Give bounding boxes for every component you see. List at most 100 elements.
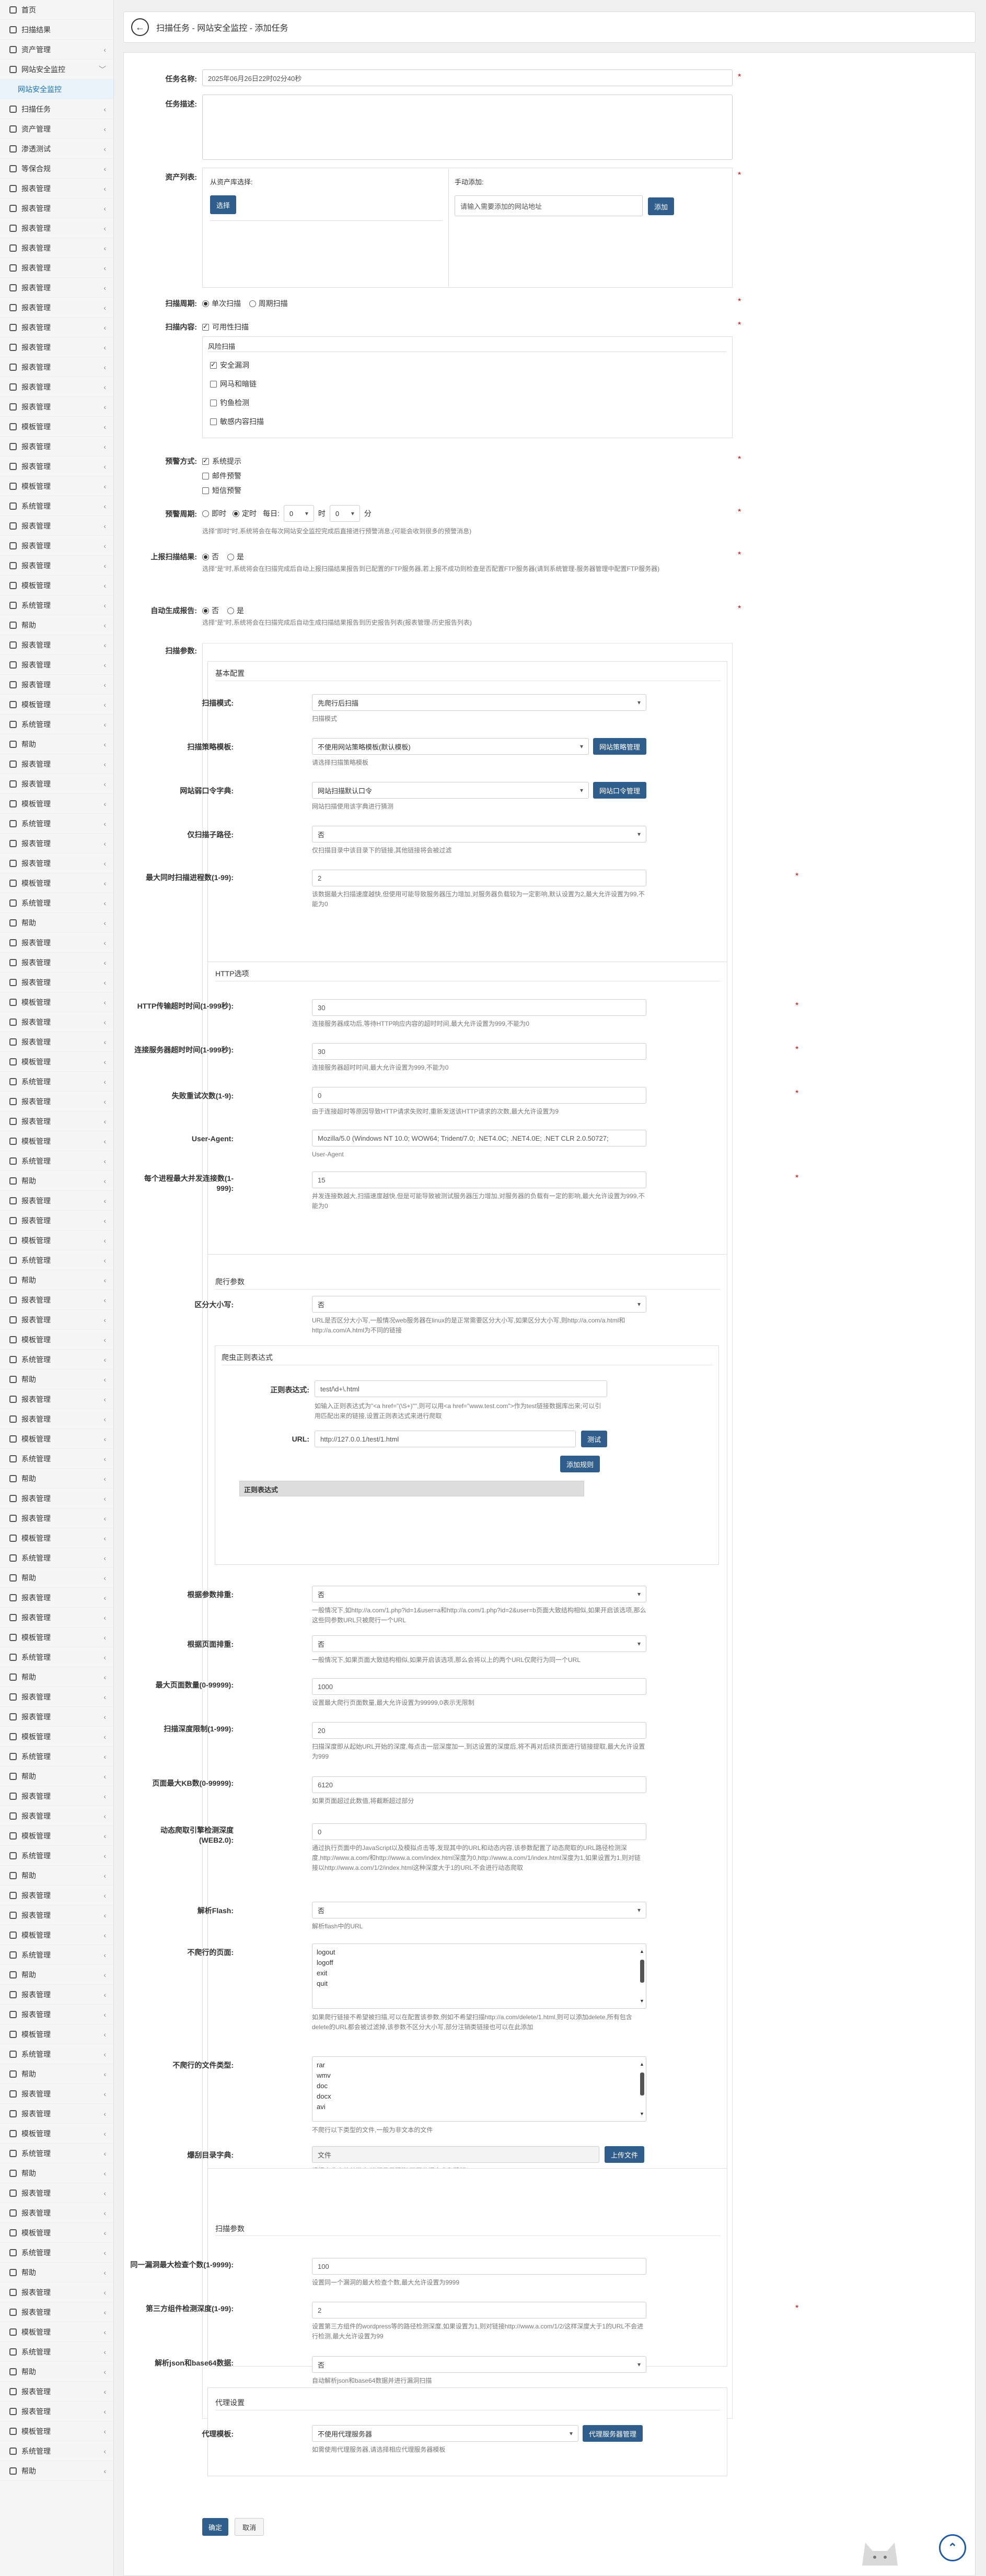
back-to-top-icon[interactable]: ⌃ [939,2534,966,2561]
radio-single-scan[interactable]: 单次扫描 [202,298,241,309]
sidebar-item[interactable]: 帮助 ‹ [0,1369,113,1389]
sidebar-item[interactable]: 报表管理 ‹ [0,1985,113,2005]
list-item[interactable]: docx [317,2091,642,2102]
sidebar-item[interactable]: 报表管理 ‹ [0,1111,113,1131]
sidebar-item[interactable]: 报表管理 ‹ [0,218,113,238]
sidebar-item[interactable]: 报表管理 ‹ [0,1508,113,1528]
dict-select[interactable]: 网站扫描默认口令 ▾ [312,782,589,799]
conn-timeout-input[interactable]: 30 [312,1043,646,1060]
proxy-select[interactable]: 不使用代理服务器 ▾ [312,2425,578,2442]
cookie-file-input[interactable]: 文件 [312,2146,599,2163]
proxy-manage-button[interactable]: 代理服务器管理 [583,2425,643,2442]
sidebar-item[interactable]: 报表管理 ‹ [0,2402,113,2421]
sidebar-item[interactable]: 系统管理 ‹ [0,1945,113,1965]
sidebar-item[interactable]: 帮助 ‹ [0,734,113,754]
sidebar-item[interactable]: 模板管理 ‹ [0,1231,113,1250]
sidebar-item[interactable]: 模板管理 ‹ [0,873,113,893]
sidebar-item[interactable]: 模板管理 ‹ [0,1727,113,1747]
sidebar-item[interactable]: 模板管理 ‹ [0,2421,113,2441]
http-timeout-input[interactable]: 30 [312,999,646,1016]
radio-report-no[interactable]: 否 [202,605,219,616]
max-kb-input[interactable]: 6120 [312,1776,646,1793]
sidebar-item[interactable]: 系统管理 ‹ [0,2243,113,2263]
sidebar-item[interactable]: 扫描任务 ‹ [0,99,113,119]
sidebar-item[interactable]: 系统管理 ‹ [0,1072,113,1092]
sidebar-item[interactable]: 报表管理 ‹ [0,2005,113,2024]
sidebar-item[interactable]: 报表管理 ‹ [0,1786,113,1806]
sidebar-item[interactable]: 系统管理 ‹ [0,595,113,615]
sidebar-item[interactable]: 报表管理 ‹ [0,2203,113,2223]
policy-select[interactable]: 不使用网站策略模板(默认模板) ▾ [312,738,589,755]
radio-upload-no[interactable]: 否 [202,552,219,562]
list-item[interactable]: wmv [317,2070,642,2081]
scan-mode-select[interactable]: 先爬行后扫描 ▾ [312,694,646,711]
sidebar-item[interactable]: 报表管理 ‹ [0,2302,113,2322]
sidebar-item[interactable]: 报表管理 ‹ [0,1032,113,1052]
regex-input[interactable]: test/\d+\.html [315,1380,607,1397]
scrollbar[interactable]: ▲ ▼ [640,2059,645,2119]
sidebar-item[interactable]: 系统管理 ‹ [0,2044,113,2064]
sidebar-item[interactable]: 模板管理 ‹ [0,2223,113,2243]
sidebar-item[interactable]: 报表管理 ‹ [0,2282,113,2302]
sidebar-item[interactable]: 系统管理 ‹ [0,1350,113,1369]
sidebar-item[interactable]: 帮助 ‹ [0,2461,113,2481]
sidebar-item[interactable]: 帮助 ‹ [0,615,113,635]
retry-input[interactable]: 0 [312,1087,646,1104]
sidebar-item[interactable]: 报表管理 ‹ [0,933,113,953]
alert-email-checkbox[interactable]: 邮件预警 [202,471,241,481]
sidebar-item[interactable]: 报表管理 ‹ [0,1886,113,1905]
max-conn-input[interactable]: 15 [312,1172,646,1188]
sidebar-item[interactable]: 报表管理 ‹ [0,754,113,774]
sidebar-item[interactable]: 报表管理 ‹ [0,2382,113,2402]
sidebar-item[interactable]: 报表管理 ‹ [0,516,113,536]
upload-file-button[interactable]: 上传文件 [605,2146,645,2163]
sidebar-item[interactable]: 报表管理 ‹ [0,1806,113,1826]
sidebar-item[interactable]: 系统管理 ‹ [0,1846,113,1866]
task-desc-textarea[interactable] [202,95,733,160]
sidebar-item[interactable]: 资产管理 ‹ [0,40,113,60]
sidebar-item[interactable]: 报表管理 ‹ [0,536,113,556]
sidebar-item[interactable]: 报表管理 ‹ [0,556,113,576]
sidebar-item[interactable]: 模板管理 ‹ [0,1330,113,1350]
sidebar-item[interactable]: 报表管理 ‹ [0,2084,113,2104]
add-rule-button[interactable]: 添加规则 [560,1456,600,1472]
sidebar-item[interactable]: 模板管理 ‹ [0,1131,113,1151]
sidebar-item[interactable]: 系统管理 ‹ [0,1250,113,1270]
sidebar-item[interactable]: 系统管理 ‹ [0,2441,113,2461]
sidebar-item[interactable]: 系统管理 ‹ [0,496,113,516]
sidebar-item[interactable]: 报表管理 ‹ [0,953,113,973]
regex-url-input[interactable]: http://127.0.0.1/test/1.html [315,1431,576,1447]
sidebar-item[interactable]: 系统管理 ‹ [0,2342,113,2362]
radio-instant[interactable]: 即时 [202,508,226,519]
manual-url-input[interactable]: 请输入需要添加的网站地址 [455,195,643,216]
policy-manage-button[interactable]: 网站策略管理 [593,738,647,755]
cancel-button[interactable]: 取消 [235,2518,264,2536]
sidebar-item[interactable]: 模板管理 ‹ [0,1052,113,1072]
sidebar-item[interactable]: 模板管理 ‹ [0,1925,113,1945]
sidebar-item[interactable]: 模板管理 ‹ [0,1826,113,1846]
sidebar-item[interactable]: 首页 [0,0,113,20]
sidebar-item[interactable]: 模板管理 ‹ [0,417,113,437]
sidebar-item[interactable]: 报表管理 ‹ [0,357,113,377]
sidebar-item[interactable]: 报表管理 ‹ [0,198,113,218]
sidebar-item[interactable]: 报表管理 ‹ [0,397,113,417]
sidebar-item[interactable]: 帮助 ‹ [0,1667,113,1687]
sidebar-item[interactable]: 系统管理 ‹ [0,1548,113,1568]
sidebar-item[interactable]: 报表管理 ‹ [0,1687,113,1707]
sidebar-item[interactable]: 模板管理 ‹ [0,476,113,496]
minute-select[interactable]: 0 ▾ [329,505,360,522]
case-select[interactable]: 否 ▾ [312,1296,646,1313]
sidebar-item[interactable]: 资产管理 ‹ [0,119,113,139]
sidebar-item[interactable]: 报表管理 ‹ [0,377,113,397]
sidebar-item[interactable]: 报表管理 ‹ [0,635,113,655]
sidebar-item[interactable]: 扫描结果 [0,20,113,40]
sidebar-item[interactable]: 系统管理 ‹ [0,2144,113,2163]
sidebar-item[interactable]: 报表管理 ‹ [0,834,113,853]
no-crawl-pages-list[interactable]: logout logoff exit quit ▲ ▼ [312,1943,646,2009]
sidebar-item[interactable]: 系统管理 ‹ [0,1151,113,1171]
sidebar-item[interactable]: 系统管理 ‹ [0,1449,113,1469]
sidebar-item[interactable]: 帮助 ‹ [0,913,113,933]
sidebar-item[interactable]: 报表管理 ‹ [0,1588,113,1608]
sidebar-item[interactable]: 系统管理 ‹ [0,1747,113,1766]
sidebar-item[interactable]: 帮助 ‹ [0,1270,113,1290]
